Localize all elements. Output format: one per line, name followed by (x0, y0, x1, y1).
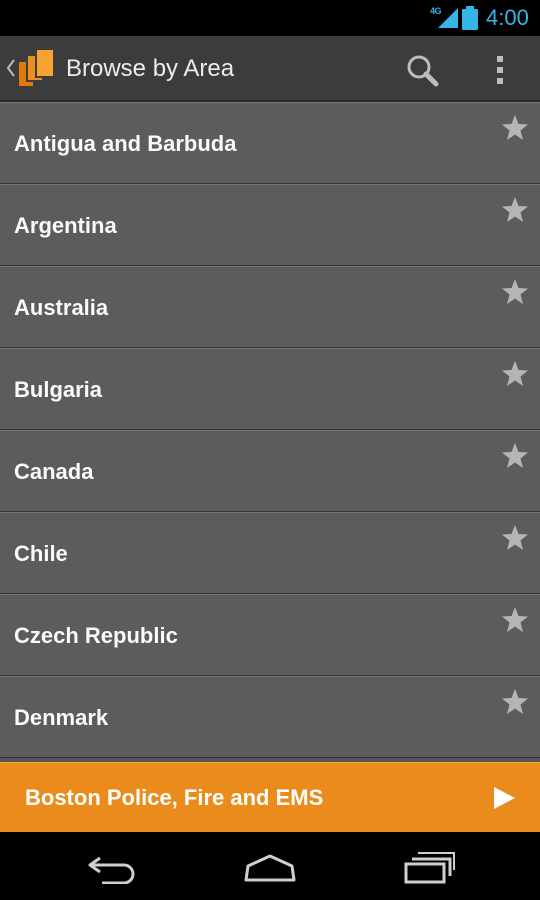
area-label: Chile (14, 541, 68, 566)
area-label: Denmark (14, 705, 109, 730)
area-label: Antigua and Barbuda (14, 131, 237, 156)
list-item[interactable]: Czech Republic (0, 594, 540, 676)
list-item[interactable]: Denmark (0, 676, 540, 758)
star-icon[interactable] (501, 606, 529, 634)
list-item[interactable]: Chile (0, 512, 540, 594)
back-icon[interactable] (86, 852, 138, 884)
list-item[interactable]: Canada (0, 430, 540, 512)
list-item[interactable]: Argentina (0, 184, 540, 266)
action-bar: Browse by Area (0, 36, 540, 102)
signal-icon (438, 8, 458, 28)
area-label: Australia (14, 295, 109, 320)
list-item[interactable]: Australia (0, 266, 540, 348)
app-logo-icon[interactable] (18, 49, 56, 89)
star-icon[interactable] (501, 688, 529, 716)
overflow-menu-icon[interactable] (486, 50, 514, 90)
status-bar: 4G 4:00 (0, 0, 540, 36)
play-icon[interactable] (491, 785, 517, 811)
star-icon[interactable] (501, 196, 529, 224)
area-label: Czech Republic (14, 623, 178, 648)
area-label: Argentina (14, 213, 117, 238)
battery-icon (462, 6, 478, 30)
area-label: Bulgaria (14, 377, 103, 402)
list-item[interactable]: Bulgaria (0, 348, 540, 430)
star-icon[interactable] (501, 442, 529, 470)
navigation-bar (0, 832, 540, 900)
recent-apps-icon[interactable] (402, 850, 456, 884)
now-playing-label: Boston Police, Fire and EMS (25, 785, 324, 810)
now-playing-bar[interactable]: Boston Police, Fire and EMS (0, 762, 540, 832)
star-icon[interactable] (501, 114, 529, 142)
status-time: 4:00 (486, 5, 529, 30)
area-label: Canada (14, 459, 94, 484)
page-title: Browse by Area (66, 55, 235, 82)
up-chevron-icon[interactable] (5, 58, 17, 78)
star-icon[interactable] (501, 278, 529, 306)
star-icon[interactable] (501, 524, 529, 552)
search-icon[interactable] (402, 50, 442, 90)
area-list[interactable]: Antigua and Barbuda Argentina Australia … (0, 102, 540, 762)
home-icon[interactable] (242, 852, 298, 884)
star-icon[interactable] (501, 360, 529, 388)
list-item[interactable]: Antigua and Barbuda (0, 102, 540, 184)
